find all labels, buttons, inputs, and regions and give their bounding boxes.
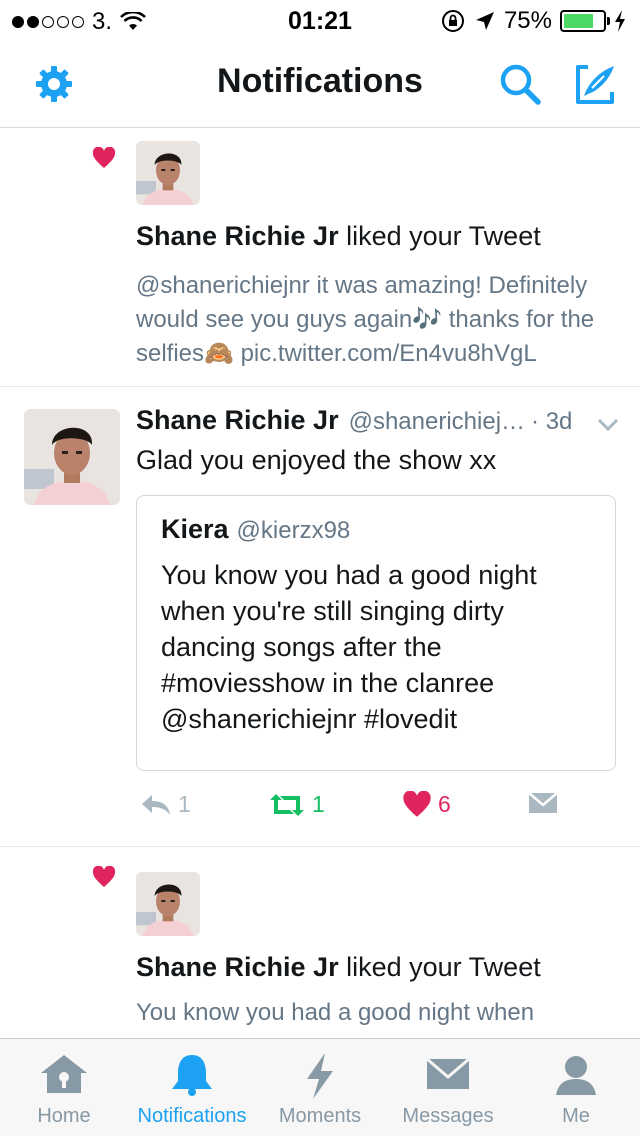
tweet-text: Glad you enjoyed the show xx bbox=[136, 445, 497, 475]
notification-like[interactable]: Shane Richie Jr liked your Tweet You kno… bbox=[0, 848, 640, 1038]
tab-moments[interactable]: Moments bbox=[256, 1039, 384, 1136]
person-icon bbox=[556, 1056, 596, 1095]
tab-messages[interactable]: Messages bbox=[384, 1039, 512, 1136]
tab-me[interactable]: Me bbox=[512, 1039, 640, 1136]
tab-bar: Home Notifications Moments Messages Me bbox=[0, 1038, 640, 1136]
actor-name[interactable]: Shane Richie Jr bbox=[136, 952, 339, 982]
lightning-icon bbox=[307, 1053, 333, 1099]
notification-line: Shane Richie Jr liked your Tweet bbox=[136, 221, 541, 252]
notification-action: liked your Tweet bbox=[346, 221, 541, 251]
bell-icon bbox=[172, 1055, 212, 1096]
quoted-tweet[interactable]: Kiera @kierzx98 You know you had a good n… bbox=[136, 495, 616, 771]
avatar-image bbox=[136, 872, 200, 936]
search-button[interactable] bbox=[496, 60, 544, 108]
avatar[interactable] bbox=[136, 872, 200, 936]
retweet-icon bbox=[270, 793, 304, 816]
author-name[interactable]: Shane Richie Jr bbox=[136, 405, 339, 436]
reply-button[interactable]: 1 bbox=[140, 791, 191, 818]
avatar-image bbox=[24, 409, 120, 505]
tab-home[interactable]: Home bbox=[0, 1039, 128, 1136]
like-button[interactable]: 6 bbox=[402, 791, 451, 818]
quoted-tweet-header: Kiera @kierzx98 bbox=[161, 514, 591, 545]
heart-icon bbox=[92, 147, 116, 168]
notification-like[interactable]: Shane Richie Jr liked your Tweet @shaner… bbox=[0, 129, 640, 387]
home-icon bbox=[41, 1055, 87, 1093]
tweet[interactable]: Shane Richie Jr @shanerichiej… · 3d Glad… bbox=[0, 387, 640, 847]
tweet-snippet: You know you had a good night when bbox=[136, 999, 535, 1026]
battery-percent: 75% bbox=[503, 7, 552, 34]
tab-label: Moments bbox=[278, 1105, 362, 1127]
reply-count: 1 bbox=[178, 791, 191, 817]
avatar[interactable] bbox=[136, 141, 200, 205]
tab-label: Home bbox=[37, 1105, 91, 1127]
quoted-author-name: Kiera bbox=[161, 514, 229, 544]
page-title: Notifications bbox=[217, 62, 423, 100]
battery-fill bbox=[564, 14, 593, 28]
compose-button[interactable] bbox=[572, 60, 620, 108]
search-icon bbox=[500, 64, 541, 105]
notification-line: Shane Richie Jr liked your Tweet bbox=[136, 952, 541, 983]
nav-header: Notifications bbox=[0, 40, 640, 128]
charging-bolt-icon bbox=[615, 10, 625, 32]
author-handle[interactable]: @shanerichiej… bbox=[349, 408, 525, 436]
tweet-snippet: @shanerichiejnr it was amazing! Definite… bbox=[136, 272, 595, 367]
compose-icon bbox=[576, 65, 614, 104]
battery-icon bbox=[560, 10, 610, 32]
status-bar: 3. 01:21 75% bbox=[0, 0, 640, 40]
tweet-header: Shane Richie Jr @shanerichiej… · 3d bbox=[136, 405, 626, 436]
tweet-actions: 1 1 6 bbox=[136, 791, 596, 831]
quoted-tweet-text: You know you had a good night when you'r… bbox=[161, 560, 537, 734]
heart-icon bbox=[92, 866, 116, 887]
location-arrow-icon bbox=[475, 12, 494, 30]
envelope-icon bbox=[426, 1057, 470, 1089]
retweet-count: 1 bbox=[312, 791, 325, 817]
heart-icon bbox=[403, 791, 431, 817]
status-right: 75% bbox=[440, 7, 626, 35]
tab-label: Messages bbox=[402, 1105, 494, 1127]
envelope-icon bbox=[528, 792, 558, 813]
tab-notifications[interactable]: Notifications bbox=[128, 1039, 256, 1136]
tab-label: Me bbox=[562, 1105, 590, 1127]
avatar-image bbox=[136, 141, 200, 205]
chevron-down-icon[interactable] bbox=[596, 417, 620, 433]
retweet-button[interactable]: 1 bbox=[268, 791, 325, 818]
tab-label: Notifications bbox=[137, 1105, 247, 1127]
reply-icon bbox=[142, 794, 170, 815]
notification-action: liked your Tweet bbox=[346, 952, 541, 982]
like-count: 6 bbox=[438, 791, 451, 817]
quoted-author-handle: @kierzx98 bbox=[236, 517, 351, 544]
tweet-timestamp: · 3d bbox=[531, 408, 573, 435]
avatar[interactable] bbox=[24, 409, 120, 505]
rotation-lock-icon bbox=[441, 10, 464, 32]
actor-name[interactable]: Shane Richie Jr bbox=[136, 221, 339, 251]
direct-message-button[interactable] bbox=[528, 791, 558, 815]
